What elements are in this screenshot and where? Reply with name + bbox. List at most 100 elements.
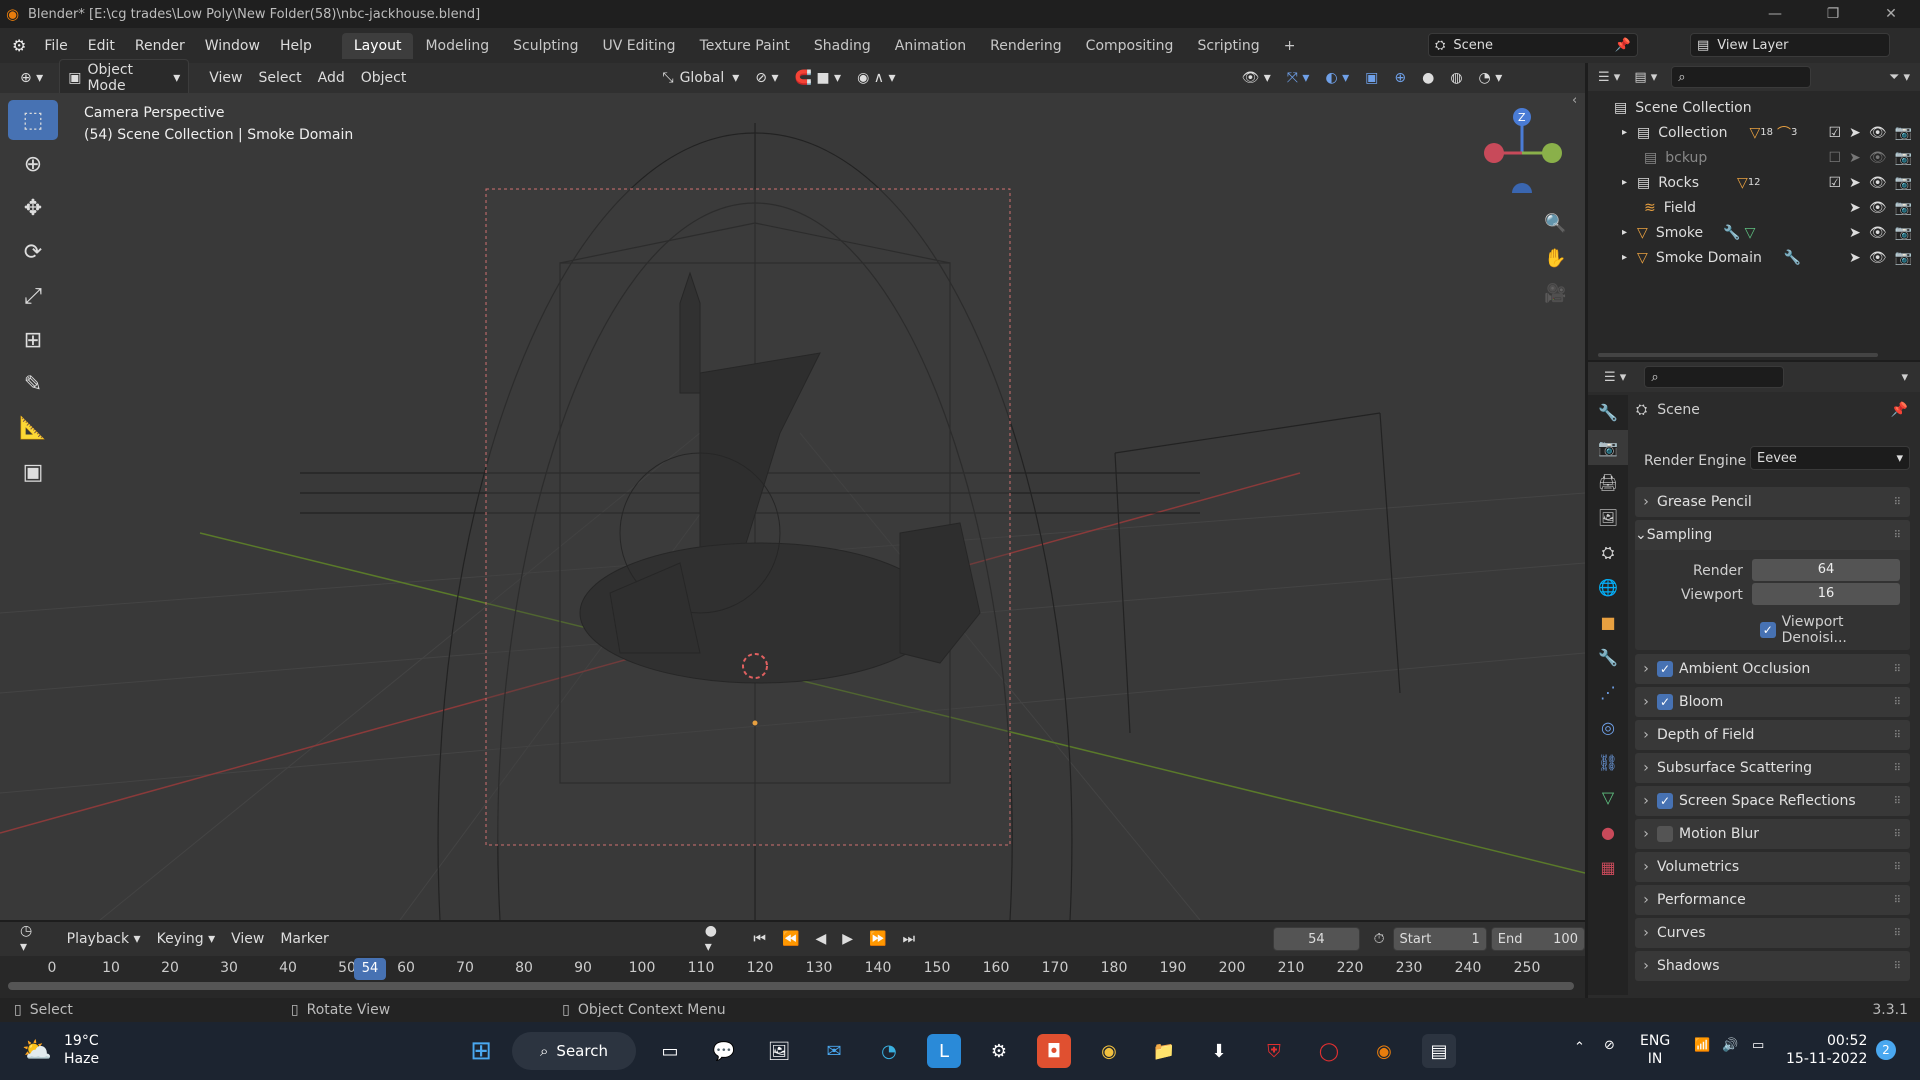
drag-handle-icon[interactable]: ⠿	[1894, 928, 1902, 939]
drag-handle-icon[interactable]: ⠿	[1894, 829, 1902, 840]
panel-bloom[interactable]: › ✓ Bloom ⠿	[1635, 687, 1910, 717]
expand-arrow-icon[interactable]: ▸	[1622, 252, 1627, 263]
shading-rendered-icon[interactable]: ◔ ▾	[1471, 68, 1511, 88]
gizmo-toggle-icon[interactable]: ⤧ ▾	[1279, 68, 1318, 88]
jump-end-icon[interactable]: ⏭	[894, 929, 923, 949]
scale-tool-icon[interactable]: ⤢	[8, 276, 58, 316]
menu-render[interactable]: Render	[125, 38, 195, 54]
render-camera-icon[interactable]: 📷	[1895, 125, 1912, 141]
close-button[interactable]: ✕	[1862, 0, 1920, 28]
timeline-editor-icon[interactable]: ◷ ▾	[12, 921, 51, 957]
clock-widget[interactable]: 00:52 15-11-2022	[1786, 1032, 1867, 1068]
edge-browser-icon[interactable]: ◔	[872, 1034, 906, 1068]
shading-solid-icon[interactable]: ●	[1414, 68, 1442, 88]
panel-ambient-occlusion[interactable]: › ✓ Ambient Occlusion ⠿	[1635, 654, 1910, 684]
start-frame-field[interactable]: Start 1	[1392, 927, 1487, 951]
outliner-row-field[interactable]: ≋ Field ➤ 👁 📷	[1588, 195, 1920, 220]
filter-icon[interactable]: ⏷ ▾	[1889, 70, 1910, 85]
eye-icon[interactable]: 👁	[1869, 175, 1887, 191]
menu-window[interactable]: Window	[195, 38, 270, 54]
tool-tab-icon[interactable]: 🔧	[1588, 395, 1628, 430]
drag-handle-icon[interactable]: ⠿	[1894, 664, 1902, 675]
expand-arrow-icon[interactable]: ▸	[1622, 127, 1627, 138]
play-icon[interactable]: ▶	[834, 929, 861, 949]
camera-view-icon[interactable]: 🎥	[1544, 283, 1566, 304]
eye-icon[interactable]: 👁	[1869, 125, 1887, 141]
render-camera-icon[interactable]: 📷	[1895, 200, 1912, 216]
tab-animation[interactable]: Animation	[883, 33, 978, 59]
panel-screen-space-reflections[interactable]: › ✓ Screen Space Reflections ⠿	[1635, 786, 1910, 816]
overlay-toggle-icon[interactable]: ◐ ▾	[1317, 68, 1357, 88]
selectable-icon[interactable]: ➤	[1849, 225, 1861, 241]
pivot-icon[interactable]: ⊘ ▾	[747, 68, 786, 88]
pin-icon[interactable]: 📌	[1891, 402, 1908, 418]
render-camera-icon[interactable]: 📷	[1895, 175, 1912, 191]
stopwatch-icon[interactable]: ⏱	[1366, 929, 1393, 949]
teams-chat-icon[interactable]: 💬	[707, 1034, 741, 1068]
settings-gear-icon[interactable]: ⚙	[982, 1034, 1016, 1068]
view-layer-tab-icon[interactable]: 🖼	[1588, 500, 1628, 535]
menu-help[interactable]: Help	[270, 38, 322, 54]
outliner-row-smoke[interactable]: ▸ ▽ Smoke 🔧 ▽ ➤ 👁 📷	[1588, 220, 1920, 245]
timeline-view-menu[interactable]: View	[223, 929, 272, 949]
menu-file[interactable]: File	[34, 38, 77, 54]
battery-icon[interactable]: ▭	[1752, 1038, 1764, 1053]
menu-edit[interactable]: Edit	[78, 38, 125, 54]
expand-arrow-icon[interactable]: ▸	[1622, 177, 1627, 188]
photos-icon[interactable]: 🖼	[762, 1034, 796, 1068]
world-tab-icon[interactable]: 🌐	[1588, 570, 1628, 605]
navigation-gizmo[interactable]: Z	[1480, 103, 1570, 203]
ambient-occlusion-checkbox[interactable]: ✓	[1657, 661, 1673, 677]
cursor-tool-icon[interactable]: ⊕	[8, 144, 58, 184]
editor-type-dropdown[interactable]: ⊕ ▾	[12, 68, 51, 88]
modifier-tab-icon[interactable]: 🔧	[1588, 640, 1628, 675]
transform-tool-icon[interactable]: ⊞	[8, 320, 58, 360]
mode-dropdown[interactable]: ▣ Object Mode ▾	[59, 59, 190, 97]
panel-motion-blur[interactable]: › Motion Blur ⠿	[1635, 819, 1910, 849]
visibility-icon[interactable]: 👁 ▾	[1233, 68, 1278, 88]
panel-grease-pencil[interactable]: › Grease Pencil ⠿	[1635, 487, 1910, 517]
active-blender-window-icon[interactable]: ▤	[1422, 1034, 1456, 1068]
selectable-icon[interactable]: ➤	[1849, 200, 1861, 216]
weather-icon[interactable]: ⛅	[22, 1036, 52, 1064]
wifi-icon[interactable]: 📶	[1694, 1038, 1710, 1053]
outliner-scrollbar[interactable]	[1598, 353, 1878, 357]
drag-handle-icon[interactable]: ⠿	[1894, 895, 1902, 906]
volume-icon[interactable]: 🔊	[1722, 1038, 1738, 1053]
tray-chevron-up-icon[interactable]: ⌃	[1574, 1040, 1585, 1055]
drag-handle-icon[interactable]: ⠿	[1894, 763, 1902, 774]
selectable-icon[interactable]: ➤	[1849, 175, 1861, 191]
tab-modeling[interactable]: Modeling	[413, 33, 501, 59]
add-cube-tool-icon[interactable]: ▣	[8, 452, 58, 492]
menu-view[interactable]: View	[201, 68, 250, 88]
outliner-editor-icon[interactable]: ☰ ▾	[1598, 70, 1620, 85]
transform-orientation-dropdown[interactable]: ⤡ Global ▾	[654, 68, 747, 88]
3d-viewport[interactable]: Camera Perspective (54) Scene Collection…	[0, 93, 1585, 920]
timeline-ruler[interactable]: 0 10 20 30 40 50 60 70 80 90 100 110 120…	[0, 956, 1585, 990]
eye-icon[interactable]: 👁	[1869, 200, 1887, 216]
jump-start-icon[interactable]: ⏮	[745, 929, 774, 949]
outliner-root-row[interactable]: ▤ Scene Collection	[1588, 95, 1920, 120]
auto-keying-icon[interactable]: ● ▾	[697, 921, 736, 957]
file-explorer-icon[interactable]: 📁	[1147, 1034, 1181, 1068]
render-camera-icon[interactable]: 📷	[1895, 225, 1912, 241]
properties-editor-icon[interactable]: ☰ ▾	[1604, 370, 1626, 385]
panel-volumetrics[interactable]: › Volumetrics ⠿	[1635, 852, 1910, 882]
selectable-icon[interactable]: ➤	[1849, 150, 1861, 166]
texture-tab-icon[interactable]: ▦	[1588, 850, 1628, 885]
sampling-render-field[interactable]: 64	[1752, 559, 1900, 581]
physics-tab-icon[interactable]: ◎	[1588, 710, 1628, 745]
play-reverse-icon[interactable]: ◀	[807, 929, 834, 949]
mail-icon[interactable]: ✉	[817, 1034, 851, 1068]
ssr-checkbox[interactable]: ✓	[1657, 793, 1673, 809]
timeline-scrollbar[interactable]	[8, 982, 1574, 990]
proportional-edit-icon[interactable]: ◉ ∧ ▾	[849, 68, 903, 88]
material-tab-icon[interactable]: ●	[1588, 815, 1628, 850]
drag-handle-icon[interactable]: ⠿	[1894, 796, 1902, 807]
outliner-search-input[interactable]: ⌕	[1671, 66, 1812, 88]
tab-shading[interactable]: Shading	[802, 33, 883, 59]
sampling-viewport-field[interactable]: 16	[1752, 583, 1900, 605]
shading-material-icon[interactable]: ◍	[1442, 68, 1470, 88]
exclude-checkbox[interactable]: ☑	[1828, 175, 1841, 191]
outliner-row-bckup[interactable]: ▤ bckup ☐ ➤ 👁 📷	[1588, 145, 1920, 170]
